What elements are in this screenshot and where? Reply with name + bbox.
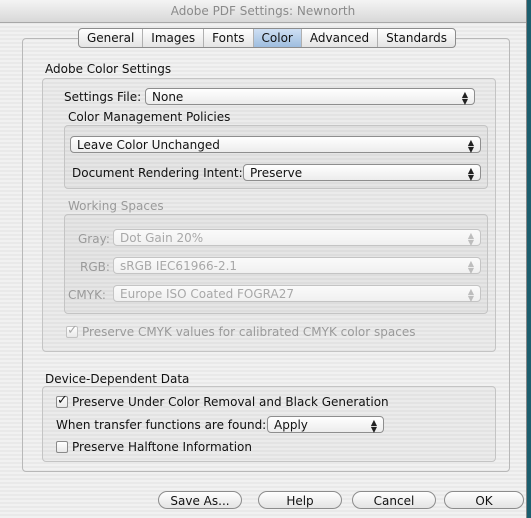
settings-file-popup[interactable]: None ▲ ▼ xyxy=(145,88,475,106)
preserve-cmyk-label: Preserve CMYK values for calibrated CMYK… xyxy=(82,325,416,339)
tab-color[interactable]: Color xyxy=(253,29,302,47)
color-management-policies-title: Color Management Policies xyxy=(68,110,231,124)
transfer-functions-popup[interactable]: Apply ▲ ▼ xyxy=(267,416,384,434)
gray-label: Gray: xyxy=(78,232,110,246)
tab-general[interactable]: General xyxy=(79,29,144,47)
color-policy-value: Leave Color Unchanged xyxy=(77,138,220,152)
popup-arrows-icon: ▲ ▼ xyxy=(467,166,475,182)
settings-file-value: None xyxy=(152,90,184,104)
preserve-halftone-label: Preserve Halftone Information xyxy=(72,440,252,454)
rendering-intent-label: Document Rendering Intent: xyxy=(72,166,243,180)
color-policy-popup[interactable]: Leave Color Unchanged ▲ ▼ xyxy=(70,136,481,154)
popup-arrows-icon: ▲ ▼ xyxy=(467,138,475,154)
popup-arrows-icon: ▲ ▼ xyxy=(467,287,475,303)
popup-arrows-icon: ▲ ▼ xyxy=(461,90,469,106)
checkbox-box: ✓ xyxy=(66,323,78,338)
popup-arrows-icon: ▲ ▼ xyxy=(370,418,378,434)
rgb-working-space-popup[interactable]: sRGB IEC61966-2.1 ▲ ▼ xyxy=(113,257,481,275)
check-icon: ✓ xyxy=(67,323,78,338)
popup-arrows-icon: ▲ ▼ xyxy=(467,259,475,275)
tab-standards[interactable]: Standards xyxy=(378,29,455,47)
help-button[interactable]: Help xyxy=(258,491,342,509)
gray-value: Dot Gain 20% xyxy=(120,231,204,245)
preserve-ucr-label: Preserve Under Color Removal and Black G… xyxy=(72,395,389,409)
window-title: Adobe PDF Settings: Newnorth xyxy=(0,0,526,23)
cmyk-label: CMYK: xyxy=(68,288,106,302)
pdf-settings-dialog: Adobe PDF Settings: Newnorth General Ima… xyxy=(0,0,527,518)
rgb-label: RGB: xyxy=(80,260,110,274)
rendering-intent-popup[interactable]: Preserve ▲ ▼ xyxy=(243,164,481,182)
preserve-ucr-checkbox[interactable]: ✓ Preserve Under Color Removal and Black… xyxy=(56,393,389,409)
device-dependent-data-title: Device-Dependent Data xyxy=(45,372,190,386)
cmyk-value: Europe ISO Coated FOGRA27 xyxy=(120,287,294,301)
save-as-button[interactable]: Save As... xyxy=(158,491,242,509)
check-icon: ✓ xyxy=(57,393,68,408)
checkbox-box xyxy=(56,441,68,453)
checkbox-box: ✓ xyxy=(56,393,68,408)
rgb-value: sRGB IEC61966-2.1 xyxy=(120,259,238,273)
working-spaces-title: Working Spaces xyxy=(68,199,164,213)
preserve-halftone-checkbox[interactable]: Preserve Halftone Information xyxy=(56,440,252,454)
tab-bar: General Images Fonts Color Advanced Stan… xyxy=(78,28,456,48)
gray-working-space-popup[interactable]: Dot Gain 20% ▲ ▼ xyxy=(113,229,481,247)
settings-file-label: Settings File: xyxy=(64,90,142,104)
cmyk-working-space-popup[interactable]: Europe ISO Coated FOGRA27 ▲ ▼ xyxy=(113,285,481,303)
transfer-functions-label: When transfer functions are found: xyxy=(56,418,267,432)
ok-button[interactable]: OK xyxy=(444,491,524,509)
tab-images[interactable]: Images xyxy=(143,29,205,47)
cancel-button[interactable]: Cancel xyxy=(352,491,436,509)
popup-arrows-icon: ▲ ▼ xyxy=(467,231,475,247)
rendering-intent-value: Preserve xyxy=(250,166,303,180)
adobe-color-settings-title: Adobe Color Settings xyxy=(45,62,172,76)
preserve-cmyk-checkbox[interactable]: ✓ Preserve CMYK values for calibrated CM… xyxy=(66,323,416,339)
transfer-functions-value: Apply xyxy=(274,418,308,432)
tab-advanced[interactable]: Advanced xyxy=(302,29,379,47)
tab-fonts[interactable]: Fonts xyxy=(204,29,254,47)
